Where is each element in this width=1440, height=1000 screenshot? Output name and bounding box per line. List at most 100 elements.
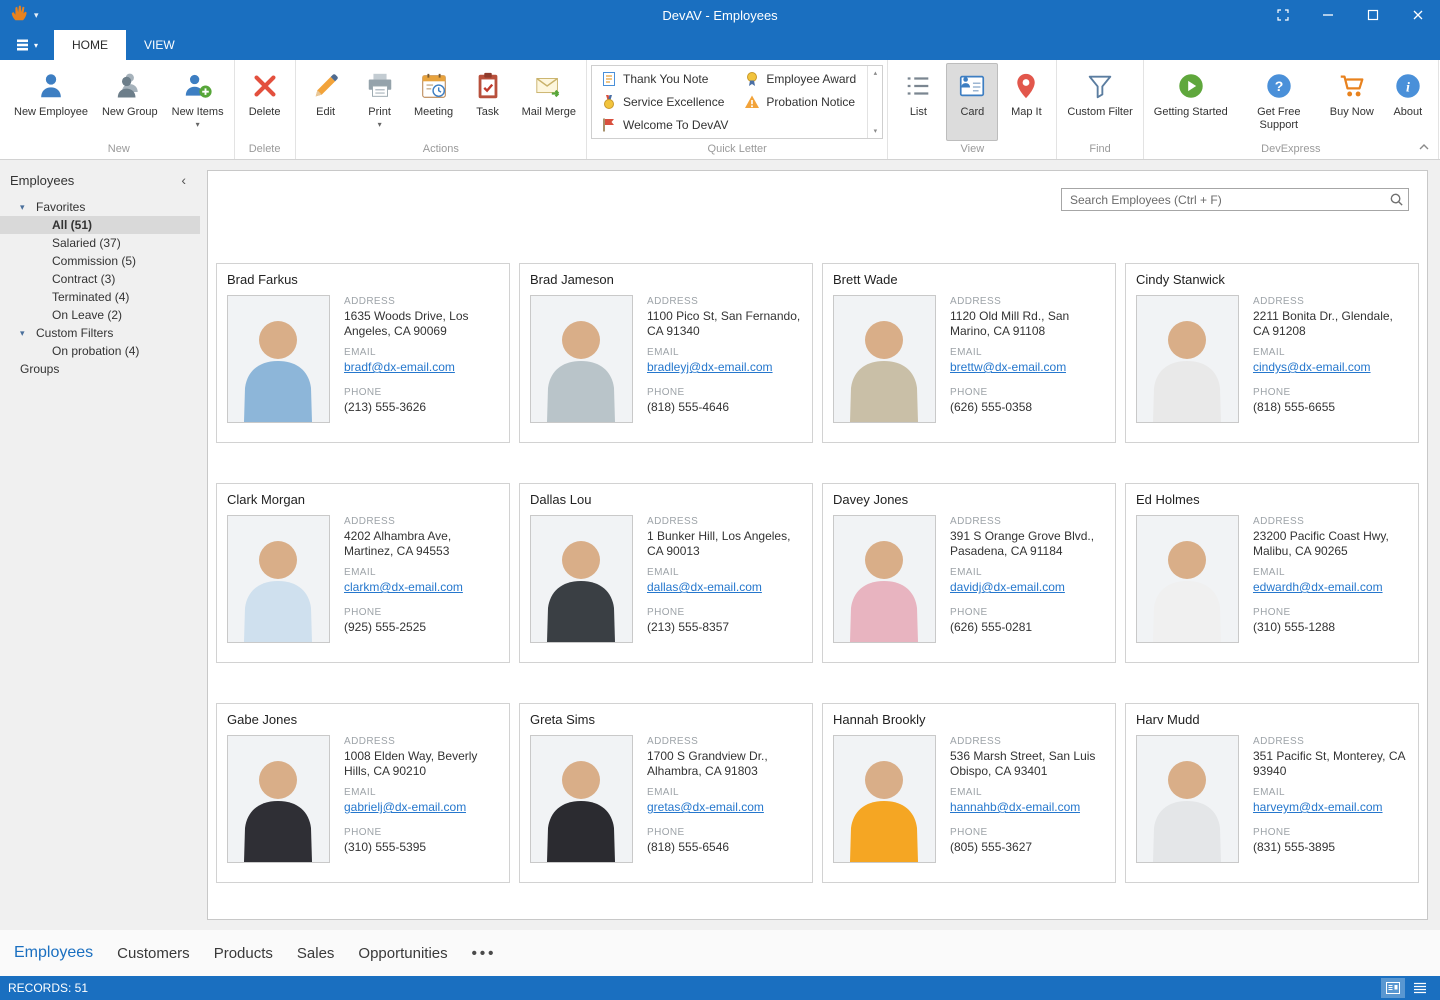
tree-item-terminated-4[interactable]: Terminated (4) [0,288,200,306]
note-icon [601,71,617,87]
ribbon-button-print[interactable]: Print▾ [354,63,406,141]
ribbon-button-new-employee[interactable]: New Employee [8,63,94,141]
app-logo-icon[interactable] [10,4,28,27]
phone-label: PHONE [647,827,802,838]
employee-email-link[interactable]: brettw@dx-email.com [950,360,1066,374]
quick-letter-thank-you-note[interactable]: Thank You Note [594,68,735,91]
ribbon-button-edit[interactable]: Edit [300,63,352,141]
email-label: EMAIL [344,567,499,578]
minimize-button[interactable] [1305,0,1350,30]
employee-card[interactable]: Clark MorganADDRESS4202 Alhambra Ave, Ma… [216,483,510,663]
ribbon-button-delete[interactable]: Delete [239,63,291,141]
employee-photo [1136,295,1239,423]
ribbon-button-about[interactable]: iAbout [1382,63,1434,141]
employee-email-link[interactable]: harveym@dx-email.com [1253,800,1383,814]
ribbon-button-new-items[interactable]: New Items▾ [166,63,230,141]
employee-email-link[interactable]: dallas@dx-email.com [647,580,762,594]
ribbon-button-getting-started[interactable]: Getting Started [1148,63,1234,141]
tree-item-groups[interactable]: Groups [0,360,200,378]
tree-item-contract-3[interactable]: Contract (3) [0,270,200,288]
module-tab-products[interactable]: Products [214,945,273,962]
employee-card[interactable]: Cindy StanwickADDRESS2211 Bonita Dr., Gl… [1125,263,1419,443]
employee-address: 1120 Old Mill Rd., San Marino, CA 91108 [950,309,1105,339]
module-tab-opportunities[interactable]: Opportunities [358,945,447,962]
ribbon-button-map-it[interactable]: Map It [1000,63,1052,141]
module-tab-customers[interactable]: Customers [117,945,190,962]
employee-email-link[interactable]: bradleyj@dx-email.com [647,360,773,374]
module-tabs-more[interactable]: ••• [472,945,497,962]
tree-item-favorites[interactable]: ▾Favorites [0,198,200,216]
close-button[interactable] [1395,0,1440,30]
tree-item-label: On probation (4) [52,344,139,358]
funnel-icon [1085,69,1115,103]
employee-email-link[interactable]: gretas@dx-email.com [647,800,764,814]
records-count: RECORDS: 51 [8,981,88,995]
employee-card[interactable]: Brad JamesonADDRESS1100 Pico St, San Fer… [519,263,813,443]
module-tab-employees[interactable]: Employees [14,944,93,962]
expand-arrow-icon[interactable]: ▾ [20,202,30,213]
employee-email-link[interactable]: hannahb@dx-email.com [950,800,1080,814]
ribbon-tab-home[interactable]: HOME [54,30,126,60]
ribbon-tab-view[interactable]: VIEW [126,30,193,60]
search-icon[interactable] [1384,192,1408,207]
employee-card[interactable]: Gabe JonesADDRESS1008 Elden Way, Beverly… [216,703,510,883]
employee-email-link[interactable]: clarkm@dx-email.com [344,580,463,594]
employee-card[interactable]: Brett WadeADDRESS1120 Old Mill Rd., San … [822,263,1116,443]
ribbon-button-new-group[interactable]: New Group [96,63,164,141]
scroll-down-icon[interactable]: ▾ [874,127,878,135]
tree-item-custom-filters[interactable]: ▾Custom Filters [0,324,200,342]
cart-icon [1337,69,1367,103]
quick-letter-welcome-to-devav[interactable]: Welcome To DevAV [594,113,735,136]
employee-card[interactable]: Ed HolmesADDRESS23200 Pacific Coast Hwy,… [1125,483,1419,663]
quick-letter-employee-award[interactable]: Employee Award [737,68,865,91]
expand-arrow-icon[interactable]: ▾ [20,328,30,339]
ribbon-button-custom-filter[interactable]: Custom Filter [1061,63,1138,141]
employee-card[interactable]: Dallas LouADDRESS1 Bunker Hill, Los Ange… [519,483,813,663]
email-label: EMAIL [1253,347,1408,358]
ribbon-button-card[interactable]: Card [946,63,998,141]
address-label: ADDRESS [344,296,499,307]
ribbon-button-buy-now[interactable]: Buy Now [1324,63,1380,141]
quick-letter-probation-notice[interactable]: Probation Notice [737,91,865,114]
quick-letter-service-excellence[interactable]: Service Excellence [594,91,735,114]
quick-letter-scroll[interactable]: ▴▾ [867,66,882,138]
card-view-toggle[interactable] [1381,978,1405,998]
ribbon-collapse-icon[interactable] [1418,138,1430,156]
employee-email-link[interactable]: bradf@dx-email.com [344,360,455,374]
ribbon-button-task[interactable]: Task [462,63,514,141]
employee-card[interactable]: Brad FarkusADDRESS1635 Woods Drive, Los … [216,263,510,443]
maximize-button[interactable] [1350,0,1395,30]
ribbon-button-get-free-support[interactable]: ?Get Free Support [1236,63,1322,141]
employee-email-link[interactable]: edwardh@dx-email.com [1253,580,1383,594]
employee-card[interactable]: Hannah BrooklyADDRESS536 Marsh Street, S… [822,703,1116,883]
list-icon [903,69,933,103]
employee-email-link[interactable]: cindys@dx-email.com [1253,360,1371,374]
ribbon-button-list[interactable]: List [892,63,944,141]
employee-card[interactable]: Harv MuddADDRESS351 Pacific St, Monterey… [1125,703,1419,883]
fullscreen-button[interactable] [1260,0,1305,30]
tree-item-on-probation-4[interactable]: On probation (4) [0,342,200,360]
ribbon-button-mail-merge[interactable]: Mail Merge [516,63,582,141]
search-input[interactable] [1062,193,1384,207]
employee-email-link[interactable]: gabrielj@dx-email.com [344,800,466,814]
tree-item-all-51[interactable]: All (51) [0,216,200,234]
employee-card[interactable]: Davey JonesADDRESS391 S Orange Grove Blv… [822,483,1116,663]
sidebar-collapse-icon[interactable]: ‹ [181,172,186,188]
module-tab-sales[interactable]: Sales [297,945,335,962]
sidebar: Employees ‹ ▾FavoritesAll (51)Salaried (… [0,160,200,930]
employee-card[interactable]: Greta SimsADDRESS1700 S Grandview Dr., A… [519,703,813,883]
tree-item-on-leave-2[interactable]: On Leave (2) [0,306,200,324]
employee-address: 536 Marsh Street, San Luis Obispo, CA 93… [950,749,1105,779]
ribbon-button-meeting[interactable]: Meeting [408,63,460,141]
ribbon-button-label: Get Free Support [1242,106,1316,131]
quick-access-dropdown-icon[interactable]: ▾ [34,10,39,21]
tree-item-commission-5[interactable]: Commission (5) [0,252,200,270]
employee-address: 1700 S Grandview Dr., Alhambra, CA 91803 [647,749,802,779]
employee-email-link[interactable]: davidj@dx-email.com [950,580,1065,594]
app-menu-button[interactable]: ▾ [10,30,44,60]
list-view-toggle[interactable] [1408,978,1432,998]
tree-item-salaried-37[interactable]: Salaried (37) [0,234,200,252]
employee-name: Davey Jones [833,492,1105,507]
address-label: ADDRESS [647,736,802,747]
scroll-up-icon[interactable]: ▴ [874,69,878,77]
